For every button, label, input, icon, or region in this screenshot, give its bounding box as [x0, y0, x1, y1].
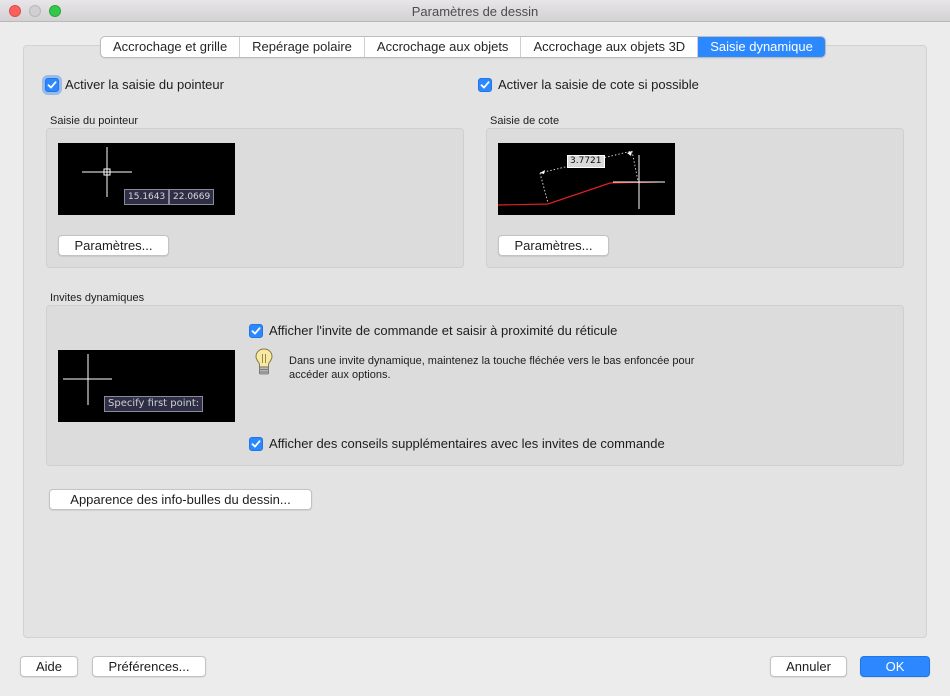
tab-dynamic-input[interactable]: Saisie dynamique: [698, 37, 825, 57]
hint-line-1: Dans une invite dynamique, maintenez la …: [289, 355, 695, 367]
enable-pointer-input-checkbox[interactable]: Activer la saisie du pointeur: [45, 77, 224, 92]
title-bar: Paramètres de dessin: [0, 0, 950, 22]
dimension-input-preview: 3.7721: [498, 143, 675, 215]
checkbox-checked-icon[interactable]: [249, 323, 263, 338]
window-title: Paramètres de dessin: [411, 4, 539, 19]
dynamic-prompts-section-label: Invites dynamiques: [50, 292, 145, 304]
enable-pointer-input-label: Activer la saisie du pointeur: [65, 77, 224, 92]
tab-object-snap[interactable]: Accrochage aux objets: [365, 37, 522, 57]
pointer-input-preview: 15.1643 22.0669: [58, 143, 235, 215]
tab-3d-object-snap[interactable]: Accrochage aux objets 3D: [521, 37, 699, 57]
hint-line-2: accéder aux options.: [289, 369, 391, 381]
pointer-y-coordinate: 22.0669: [169, 189, 215, 205]
tooltip-appearance-button[interactable]: Apparence des info-bulles du dessin...: [49, 489, 312, 510]
checkbox-checked-icon[interactable]: [45, 77, 59, 92]
dimension-preview-drawing: [498, 150, 665, 209]
preferences-button[interactable]: Préférences...: [92, 656, 206, 677]
checkbox-checked-icon[interactable]: [249, 436, 263, 451]
tab-snap-grid[interactable]: Accrochage et grille: [101, 37, 241, 57]
show-command-prompt-checkbox[interactable]: Afficher l'invite de commande et saisir …: [249, 323, 617, 338]
pointer-input-section-label: Saisie du pointeur: [50, 115, 139, 127]
lightbulb-icon: [255, 348, 273, 375]
dynamic-prompt-hint: Dans une invite dynamique, maintenez la …: [289, 354, 694, 382]
cancel-button[interactable]: Annuler: [770, 656, 847, 677]
show-command-prompt-label: Afficher l'invite de commande et saisir …: [269, 323, 618, 338]
dimension-value-field: 3.7721: [567, 155, 605, 168]
enable-dimension-input-checkbox[interactable]: Activer la saisie de cote si possible: [478, 77, 699, 92]
show-extended-tips-label: Afficher des conseils supplémentaires av…: [269, 436, 665, 451]
dimension-input-settings-button[interactable]: Paramètres...: [498, 235, 609, 256]
dynamic-prompt-preview: Specify first point:: [58, 350, 235, 422]
tab-bar: Accrochage et grille Repérage polaire Ac…: [100, 36, 826, 58]
checkbox-checked-icon[interactable]: [478, 77, 492, 92]
show-extended-tips-checkbox[interactable]: Afficher des conseils supplémentaires av…: [249, 436, 665, 451]
ok-button[interactable]: OK: [860, 656, 930, 677]
command-prompt-tooltip: Specify first point:: [104, 396, 204, 412]
dimension-input-section-label: Saisie de cote: [490, 115, 560, 127]
pointer-x-coordinate: 15.1643: [124, 189, 170, 205]
enable-dimension-input-label: Activer la saisie de cote si possible: [498, 77, 699, 92]
pointer-input-settings-button[interactable]: Paramètres...: [58, 235, 169, 256]
help-button[interactable]: Aide: [20, 656, 78, 677]
tab-polar-tracking[interactable]: Repérage polaire: [240, 37, 365, 57]
